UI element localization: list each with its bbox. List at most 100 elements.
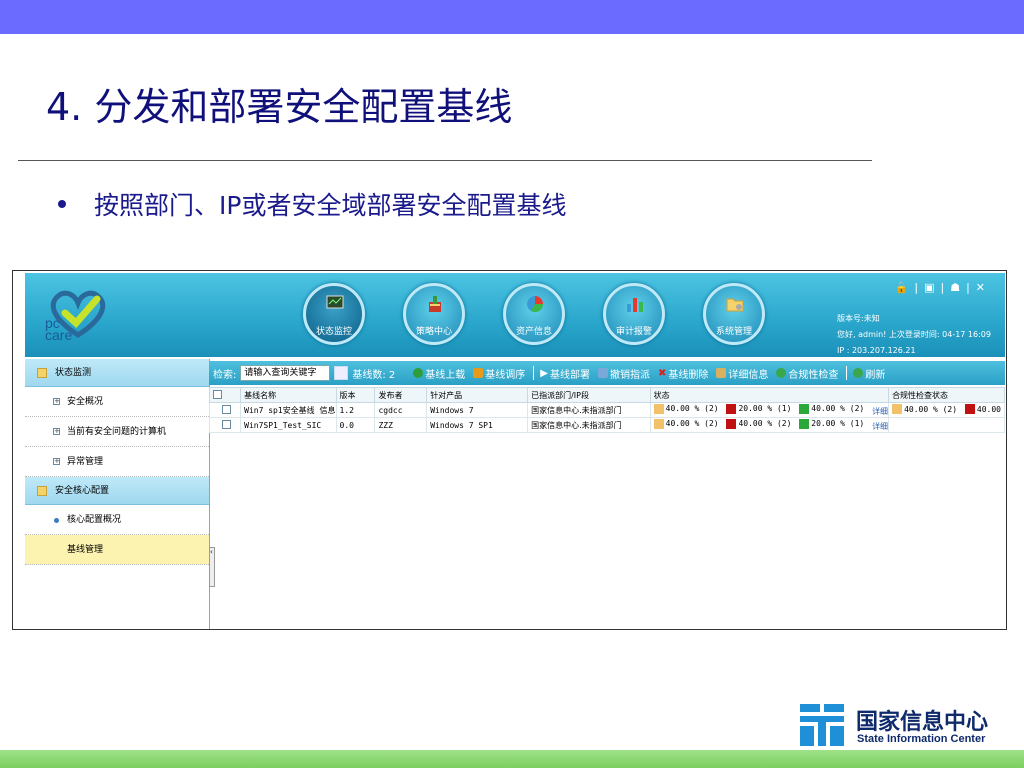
row-checkbox[interactable]: [222, 404, 232, 414]
org-name-cn: 国家信息中心: [856, 710, 989, 735]
button-label: 详细信息: [728, 369, 769, 381]
status-value: 20.00 % (1): [811, 419, 865, 428]
column-header[interactable]: 版本: [335, 387, 376, 403]
sidebar-item-core-overview[interactable]: 核心配置概况: [25, 505, 209, 535]
top-bar: [0, 0, 1024, 34]
title-divider: [18, 160, 872, 161]
toolbar-divider: [846, 366, 848, 380]
button-label: 合规性检查: [788, 369, 839, 381]
pencil-icon: [716, 368, 727, 378]
sidebar-item-security-overview[interactable]: + 安全概况: [25, 387, 209, 417]
users-icon[interactable]: ☗: [950, 281, 966, 294]
delete-baseline-button[interactable]: ✖ 基线删除: [658, 366, 708, 381]
status-swatch-pending: [653, 418, 664, 429]
row-checkbox[interactable]: [222, 419, 232, 429]
cell-product: Windows 7 SP1: [426, 417, 529, 433]
expand-icon[interactable]: +: [53, 458, 60, 465]
button-label: 撤销指派: [610, 369, 650, 381]
baseline-count: 基线数: 2: [352, 369, 396, 381]
ip-text: IP : 203.207.126.21: [837, 346, 916, 355]
footer-bar: [0, 750, 1024, 768]
version-text: 版本号:未知: [837, 314, 880, 323]
expand-icon[interactable]: +: [53, 428, 60, 435]
toolbar: 检索: 请输入查询关键字 基线数: 2 基线上载 基线调序 ▶ 基线部署 撤销指派…: [209, 361, 1005, 385]
logo-text: pc care: [45, 315, 73, 343]
cell-status: 40.00 % (2) 20.00 % (1) 40.00 % (2) 详细: [649, 402, 890, 418]
page-title: 4. 分发和部署安全配置基线: [46, 85, 513, 129]
button-label: 基线部署: [550, 369, 590, 381]
pie-chart-icon: [527, 296, 544, 313]
policy-icon: [429, 296, 441, 312]
nav-label: 资产信息: [515, 327, 552, 337]
app-screenshot: pc care 状态监控 策略中心 资产信息 审计报警 系统管理 🔒|▣|☗|✕ …: [12, 270, 1007, 630]
play-icon: ▶: [540, 367, 548, 379]
clipboard-icon[interactable]: ▣: [924, 281, 940, 294]
revoke-assign-button[interactable]: 撤销指派: [598, 366, 650, 381]
sidebar-item-label: 当前有安全问题的计算机: [67, 427, 167, 437]
column-header[interactable]: 基线名称: [240, 387, 337, 403]
app-header: pc care 状态监控 策略中心 资产信息 审计报警 系统管理 🔒|▣|☗|✕ …: [25, 273, 1005, 357]
table-header-row: 基线名称 版本 发布者 针对产品 已指派部门/IP段 状态 合规性检查状态: [208, 387, 1005, 403]
column-header[interactable]: 状态: [649, 387, 890, 403]
button-label: 基线上载: [425, 369, 466, 381]
nav-status-monitor[interactable]: 状态监控: [303, 283, 365, 345]
detail-link[interactable]: 详细: [872, 407, 887, 416]
bullet-text: 按照部门、IP或者安全域部署安全配置基线: [94, 191, 567, 220]
nav-audit-alarm[interactable]: 审计报警: [603, 283, 665, 345]
nav-asset-info[interactable]: 资产信息: [503, 283, 565, 345]
monitor-icon: [326, 295, 344, 309]
upload-baseline-button[interactable]: 基线上载: [413, 366, 465, 381]
cell-publisher: ZZZ: [374, 417, 428, 433]
compliance-check-button[interactable]: 合规性检查: [776, 366, 838, 381]
sidebar-item-problem-computers[interactable]: + 当前有安全问题的计算机: [25, 417, 209, 447]
reorder-baseline-button[interactable]: 基线调序: [473, 366, 525, 381]
nav-label: 状态监控: [315, 327, 352, 337]
detail-link[interactable]: 详细: [872, 422, 887, 431]
cell-name: Win7 sp1安全基线 信息: [240, 402, 337, 418]
bar-chart-icon: [627, 298, 643, 312]
revoke-icon: [598, 368, 608, 378]
search-icon[interactable]: [334, 366, 349, 380]
compliance-value: 40.00 % (2): [904, 404, 958, 414]
sidebar-item-baseline-manage[interactable]: 基线管理: [25, 535, 209, 565]
cell-compliance: 40.00 % (2) 40.00: [888, 402, 1005, 418]
sidebar-item-label: 核心配置概况: [67, 515, 122, 525]
status-value: 40.00 % (2): [665, 419, 719, 428]
status-swatch-fail: [964, 404, 975, 414]
cell-assigned: 国家信息中心.未指派部门: [527, 402, 651, 418]
column-header[interactable]: 合规性检查状态: [888, 387, 1005, 403]
sidebar-item-label: 安全概况: [67, 397, 104, 407]
column-header[interactable]: 针对产品: [426, 387, 529, 403]
plus-circle-icon: [413, 368, 424, 378]
status-value: 20.00 % (1): [738, 404, 792, 413]
sidebar-group-core-config[interactable]: 安全核心配置: [25, 477, 209, 505]
expand-icon[interactable]: +: [53, 398, 60, 405]
check-icon: [776, 368, 787, 378]
nav-system-manage[interactable]: 系统管理: [703, 283, 765, 345]
cell-version: 1.2: [335, 402, 376, 418]
select-all-checkbox[interactable]: [213, 389, 222, 399]
table-row[interactable]: Win7 sp1安全基线 信息 1.2 cgdcc Windows 7 国家信息…: [208, 402, 1005, 418]
column-header[interactable]: 已指派部门/IP段: [527, 387, 651, 403]
header-info: 版本号:未知 您好, admin! 上次登录时间: 04-17 16:09 IP…: [837, 311, 991, 359]
nav-label: 策略中心: [415, 327, 452, 337]
nav-policy-center[interactable]: 策略中心: [403, 283, 465, 345]
refresh-button[interactable]: 刷新: [853, 366, 885, 381]
status-swatch-pass: [799, 418, 810, 429]
sidebar-item-exception[interactable]: + 异常管理: [25, 447, 209, 477]
table-row[interactable]: Win7SP1_Test_SIC 0.0 ZZZ Windows 7 SP1 国…: [208, 417, 1005, 433]
select-all-header[interactable]: [208, 387, 242, 403]
close-icon[interactable]: ✕: [976, 281, 991, 294]
cell-version: 0.0: [335, 417, 376, 433]
detail-info-button[interactable]: 详细信息: [716, 366, 768, 381]
search-input[interactable]: 请输入查询关键字: [240, 365, 331, 381]
status-swatch-fail: [726, 403, 737, 414]
deploy-baseline-button[interactable]: ▶ 基线部署: [540, 366, 590, 381]
sidebar-group-status[interactable]: 状态监测: [25, 359, 209, 387]
column-header[interactable]: 发布者: [374, 387, 428, 403]
cell-status: 40.00 % (2) 40.00 % (2) 20.00 % (1) 详细: [649, 417, 890, 433]
status-value: 40.00 % (2): [738, 419, 792, 428]
toolbar-divider: [533, 366, 535, 380]
button-label: 基线调序: [485, 369, 526, 381]
lock-icon[interactable]: 🔒: [895, 281, 915, 294]
